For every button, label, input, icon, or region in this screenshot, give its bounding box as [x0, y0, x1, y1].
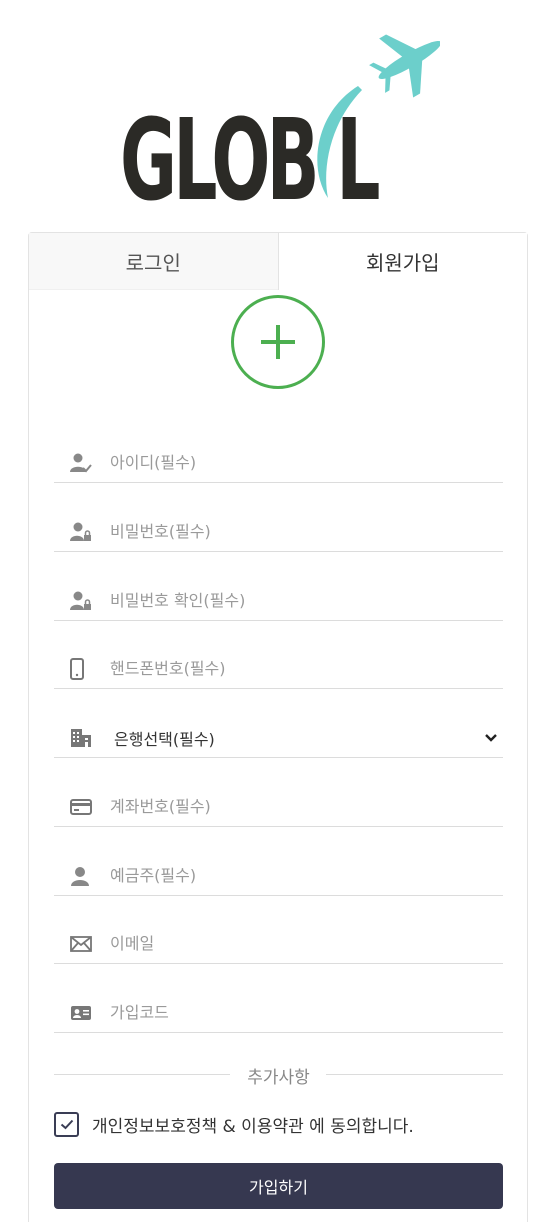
envelope-icon	[54, 929, 110, 959]
additional-section-divider: 추가사항	[54, 1061, 503, 1088]
agree-label[interactable]: 개인정보보호정책 & 이용약관 에 동의합니다.	[92, 1112, 414, 1137]
id-card-icon	[54, 998, 110, 1028]
chevron-down-icon	[479, 726, 503, 750]
account-number-field	[54, 787, 503, 827]
checkmark-icon	[60, 1119, 73, 1129]
agree-checkbox[interactable]	[54, 1111, 79, 1137]
account-number-input[interactable]	[110, 791, 470, 822]
account-holder-field	[54, 856, 503, 896]
email-input[interactable]	[110, 928, 470, 959]
user-icon	[54, 861, 110, 891]
username-field	[54, 443, 503, 483]
account-holder-input[interactable]	[110, 860, 470, 891]
building-icon	[54, 723, 110, 753]
phone-field	[54, 649, 503, 689]
add-avatar-button[interactable]	[231, 295, 325, 389]
username-input[interactable]	[110, 447, 470, 478]
bank-select[interactable]: 은행선택(필수)	[54, 718, 503, 758]
signup-code-field	[54, 993, 503, 1033]
credit-card-icon	[54, 792, 110, 822]
phone-input[interactable]	[110, 653, 470, 684]
signup-submit-button[interactable]: 가입하기	[54, 1163, 503, 1209]
agree-row: 개인정보보호정책 & 이용약관 에 동의합니다.	[54, 1109, 514, 1139]
signup-code-input[interactable]	[110, 997, 470, 1028]
bank-select-value: 은행선택(필수)	[114, 729, 215, 749]
password-confirm-input[interactable]	[110, 585, 470, 616]
user-lock-icon	[54, 517, 110, 547]
password-confirm-field	[54, 581, 503, 621]
logo: GLOB L	[110, 18, 440, 226]
logo-wordmark: GLOB L	[120, 96, 381, 226]
password-input[interactable]	[110, 516, 470, 547]
user-lock-icon	[54, 586, 110, 616]
mobile-phone-icon	[54, 654, 110, 684]
additional-section-label: 추가사항	[54, 1063, 503, 1088]
password-field	[54, 512, 503, 552]
signup-card: 로그인 회원가입 은행선택(필수)	[28, 232, 528, 1222]
auth-tabs: 로그인 회원가입	[29, 233, 527, 290]
tab-login[interactable]: 로그인	[29, 233, 278, 290]
email-field	[54, 924, 503, 964]
user-check-icon	[54, 448, 110, 478]
tab-signup[interactable]: 회원가입	[277, 233, 527, 290]
